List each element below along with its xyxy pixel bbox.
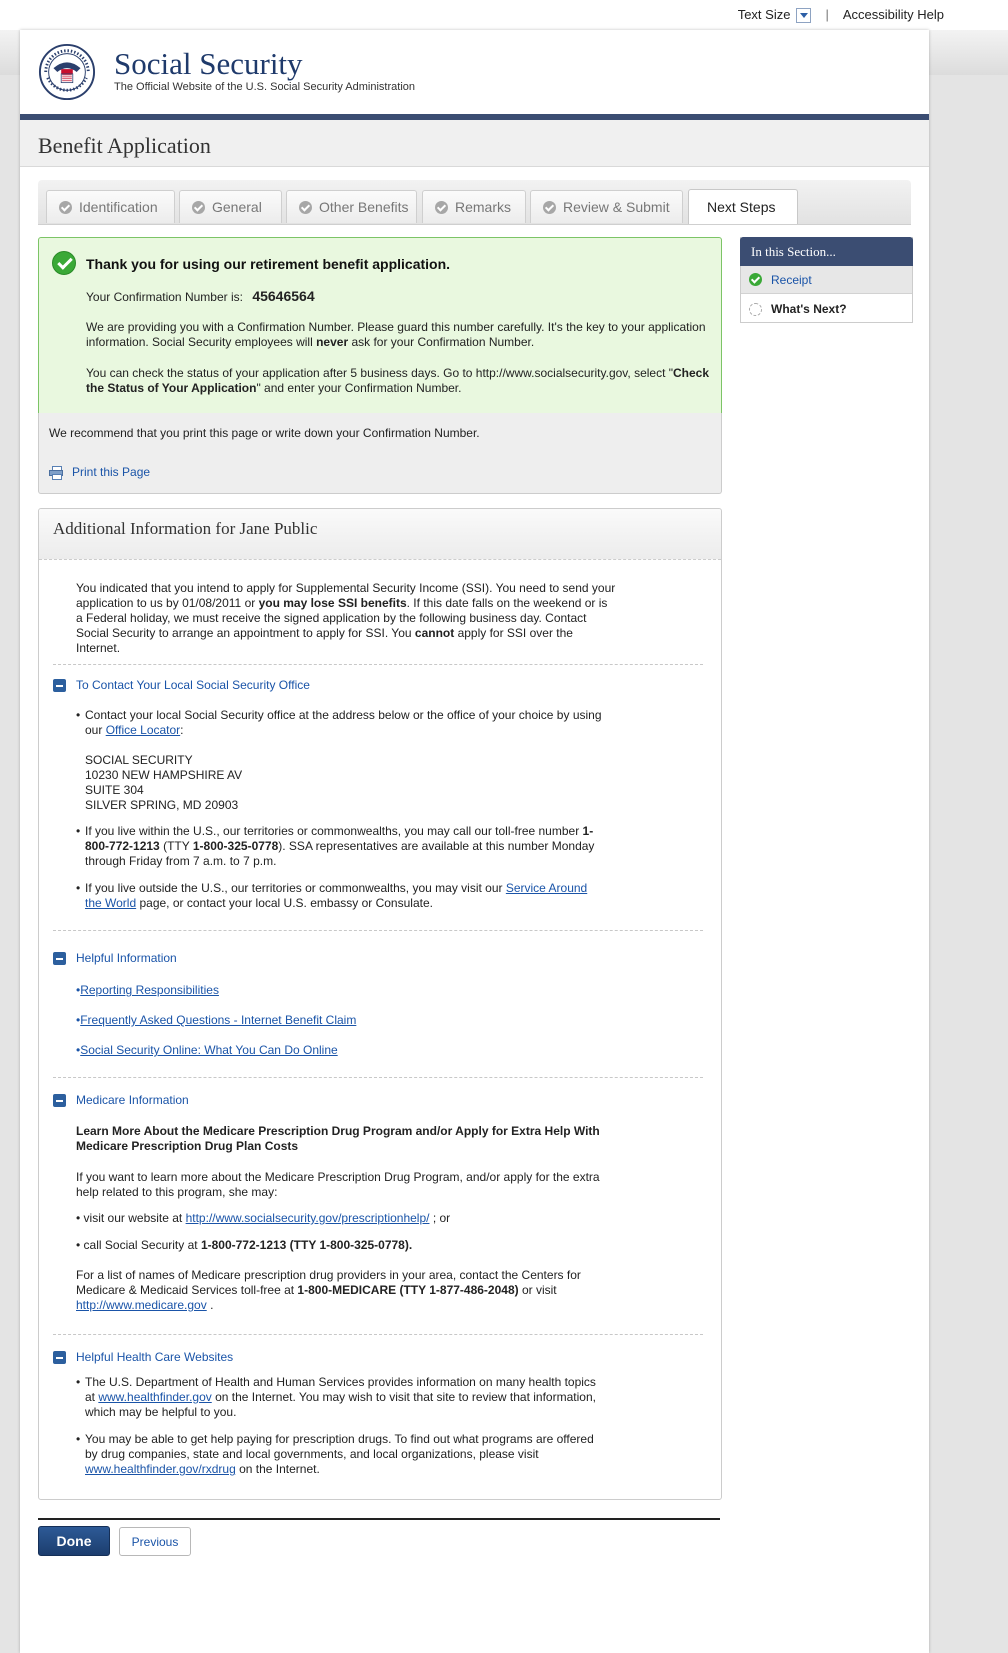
healthfinder-link[interactable]: www.healthfinder.gov: [98, 1390, 211, 1404]
list-item: • If you live outside the U.S., our terr…: [76, 881, 588, 910]
tab-other-benefits[interactable]: Other Benefits: [286, 190, 417, 223]
section-divider: [53, 930, 703, 931]
page-title: Benefit Application: [38, 133, 211, 158]
additional-info-title: Additional Information for Jane Public: [53, 519, 318, 538]
guard-number-text: We are providing you with a Confirmation…: [86, 320, 706, 349]
medicare-intro: If you want to learn more about the Medi…: [76, 1170, 600, 1199]
utility-links: Text Size | Accessibility Help: [738, 7, 944, 23]
previous-button[interactable]: Previous: [119, 1527, 191, 1556]
tab-label: Remarks: [455, 199, 512, 215]
section-toggle-helpful[interactable]: Helpful Information: [53, 951, 177, 965]
confirmation-number: 45646564: [252, 288, 315, 304]
collapse-icon[interactable]: [53, 678, 66, 692]
print-box: We recommend that you print this page or…: [38, 413, 722, 494]
section-heading: Medicare Information: [76, 1093, 189, 1107]
tab-next-steps[interactable]: Next Steps: [688, 189, 798, 224]
office-address: SOCIAL SECURITY 10230 NEW HAMPSHIRE AV S…: [85, 753, 243, 812]
ssa-online-link[interactable]: Social Security Online: What You Can Do …: [80, 1043, 337, 1057]
site-title[interactable]: Social Security: [114, 46, 303, 82]
left-edge-shade: [0, 30, 20, 75]
faq-link[interactable]: Frequently Asked Questions - Internet Be…: [80, 1013, 356, 1027]
utility-bar: Text Size | Accessibility Help: [0, 0, 1008, 30]
tab-label: Review & Submit: [563, 199, 670, 215]
site-subtitle: The Official Website of the U.S. Social …: [114, 81, 416, 93]
prescription-help-link[interactable]: http://www.socialsecurity.gov/prescripti…: [186, 1211, 430, 1225]
tab-label: Next Steps: [707, 199, 776, 215]
site-header: Social Security The Official Website of …: [20, 30, 929, 115]
check-circle-icon: [435, 200, 448, 214]
check-circle-icon: [543, 200, 556, 214]
tab-identification[interactable]: Identification: [46, 190, 175, 223]
text-size-dropdown-icon[interactable]: [796, 8, 812, 23]
section-heading: Helpful Health Care Websites: [76, 1350, 234, 1364]
helpful-link-item[interactable]: •Frequently Asked Questions - Internet B…: [76, 1013, 356, 1028]
section-toggle-medicare[interactable]: Medicare Information: [53, 1093, 189, 1107]
list-item: • Contact your local Social Security off…: [76, 708, 602, 737]
check-circle-icon: [749, 273, 762, 286]
list-item: • The U.S. Department of Health and Huma…: [76, 1375, 596, 1419]
thank-you-heading: Thank you for using our retirement benef…: [86, 256, 451, 272]
check-circle-icon: [192, 200, 205, 214]
section-divider: [53, 1077, 703, 1078]
confirmation-line: Your Confirmation Number is: 45646564: [86, 288, 315, 304]
check-circle-icon: [299, 200, 312, 214]
application-tabs: Identification General Other Benefits Re…: [38, 180, 911, 225]
tab-label: Identification: [79, 199, 158, 215]
medicare-providers-text: For a list of names of Medicare prescrip…: [76, 1268, 581, 1312]
accessibility-help-link[interactable]: Accessibility Help: [843, 7, 944, 22]
section-sidebar: In this Section... Receipt What's Next?: [740, 237, 913, 323]
confirmation-label: Your Confirmation Number is:: [86, 290, 243, 304]
reporting-responsibilities-link[interactable]: Reporting Responsibilities: [80, 983, 219, 997]
empty-circle-icon: [749, 302, 762, 316]
section-divider: [53, 1334, 703, 1335]
right-edge-shade: [929, 30, 1008, 75]
sidebar-item-whats-next[interactable]: What's Next?: [741, 295, 912, 323]
sidebar-item-label: Receipt: [771, 272, 812, 287]
list-item: • You may be able to get help paying for…: [76, 1432, 594, 1476]
helpful-link-item[interactable]: •Reporting Responsibilities: [76, 983, 219, 998]
sidebar-item-label: What's Next?: [771, 302, 847, 316]
section-toggle-health[interactable]: Helpful Health Care Websites: [53, 1350, 233, 1364]
section-heading: Helpful Information: [76, 951, 177, 965]
collapse-icon[interactable]: [53, 951, 66, 965]
check-circle-icon: [59, 200, 72, 214]
medicare-subheading: Learn More About the Medicare Prescripti…: [76, 1124, 600, 1153]
print-recommendation: We recommend that you print this page or…: [49, 426, 480, 440]
ssi-notice: You indicated that you intend to apply f…: [76, 581, 616, 655]
tab-review-submit[interactable]: Review & Submit: [530, 190, 683, 223]
list-item: • visit our website at http://www.social…: [76, 1211, 451, 1225]
collapse-icon[interactable]: [53, 1350, 66, 1364]
done-button[interactable]: Done: [38, 1526, 110, 1556]
check-status-text: You can check the status of your applica…: [86, 366, 710, 395]
additional-info-panel: Additional Information for Jane Public Y…: [38, 508, 722, 1500]
section-toggle-contact[interactable]: To Contact Your Local Social Security Of…: [53, 678, 310, 692]
tab-remarks[interactable]: Remarks: [422, 190, 526, 223]
utility-separator: |: [825, 7, 829, 22]
section-divider: [53, 664, 703, 665]
office-locator-link[interactable]: Office Locator: [106, 723, 180, 737]
collapse-icon[interactable]: [53, 1093, 66, 1107]
success-check-icon: [52, 251, 76, 275]
additional-info-header: Additional Information for Jane Public: [39, 509, 721, 560]
text-size-label[interactable]: Text Size: [738, 7, 791, 22]
button-divider: [38, 1518, 720, 1520]
list-item: • call Social Security at 1-800-772-1213…: [76, 1238, 413, 1252]
sidebar-heading: In this Section...: [740, 237, 913, 266]
tab-label: General: [212, 199, 262, 215]
print-page-label: Print this Page: [72, 465, 151, 479]
printer-icon: [49, 466, 63, 480]
healthfinder-rxdrug-link[interactable]: www.healthfinder.gov/rxdrug: [85, 1462, 236, 1476]
tab-label: Other Benefits: [319, 199, 409, 215]
page-container: Social Security The Official Website of …: [20, 30, 929, 1653]
tab-general[interactable]: General: [179, 190, 282, 223]
print-page-link[interactable]: Print this Page: [49, 465, 151, 480]
medicare-gov-link[interactable]: http://www.medicare.gov: [76, 1298, 207, 1312]
confirmation-box: Thank you for using our retirement benef…: [38, 237, 722, 414]
sidebar-item-receipt[interactable]: Receipt: [741, 266, 912, 294]
section-heading: To Contact Your Local Social Security Of…: [76, 678, 310, 692]
list-item: • If you live within the U.S., our terri…: [76, 824, 595, 868]
helpful-link-item[interactable]: •Social Security Online: What You Can Do…: [76, 1043, 338, 1058]
ssa-seal-logo[interactable]: [38, 43, 96, 101]
